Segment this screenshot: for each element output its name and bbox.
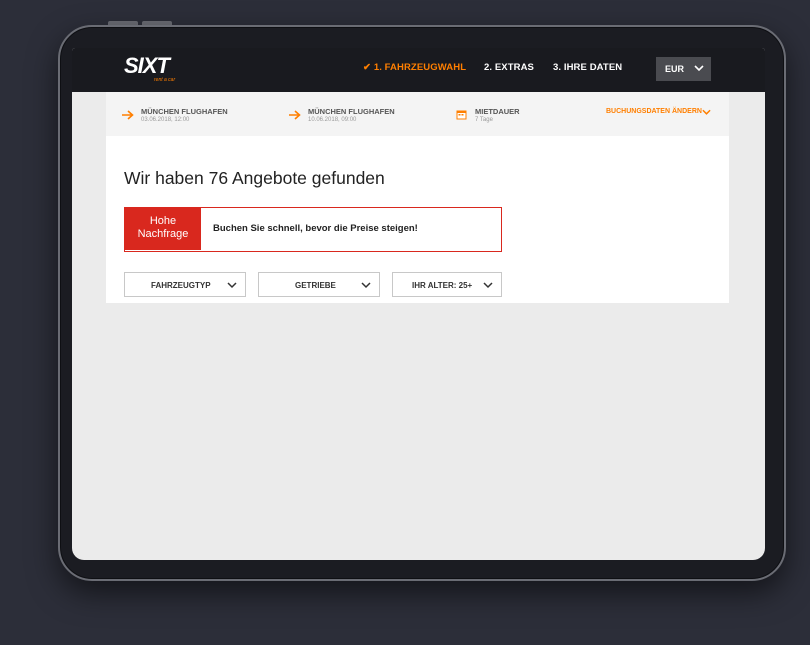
tablet-screen: SIXT rent a car ✔ 1. FAHRZEUGWAHL 2. EXT…	[72, 48, 765, 560]
filter-vehicle-type[interactable]: FAHRZEUGTYP	[124, 272, 246, 297]
step-label: 1. FAHRZEUGWAHL	[373, 62, 467, 73]
change-booking-label: BUCHUNGSDATEN ÄNDERN	[606, 108, 702, 115]
return-date: 10.06.2018, 09:00	[308, 117, 357, 123]
calendar-icon	[456, 110, 467, 120]
step-extras[interactable]: 2. EXTRAS	[484, 62, 534, 73]
change-booking-link[interactable]: BUCHUNGSDATEN ÄNDERN	[606, 108, 711, 115]
arrow-right-icon	[289, 110, 301, 120]
results-headline: Wir haben 76 Angebote gefunden	[124, 168, 385, 188]
filter-label: GETRIEBE	[295, 281, 336, 290]
pickup-location: MÜNCHEN FLUGHAFEN	[141, 107, 228, 116]
filter-label: IHR ALTER: 25+	[412, 281, 473, 290]
logo-text: SIXT	[124, 53, 170, 78]
currency-select[interactable]: EUR	[656, 57, 711, 81]
arrow-right-icon	[122, 110, 134, 120]
return-location: MÜNCHEN FLUGHAFEN	[308, 107, 395, 116]
high-demand-banner: Hohe Nachfrage Buchen Sie schnell, bevor…	[124, 207, 502, 252]
high-demand-message: Buchen Sie schnell, bevor die Preise ste…	[213, 223, 418, 234]
step-fahrzeugwahl[interactable]: ✔ 1. FAHRZEUGWAHL	[363, 62, 466, 73]
main-content: MÜNCHEN FLUGHAFEN 03.06.2018, 12:00 MÜNC…	[106, 92, 729, 303]
chevron-down-icon	[694, 65, 704, 72]
filter-driver-age[interactable]: IHR ALTER: 25+	[392, 272, 502, 297]
high-demand-tag: Hohe Nachfrage	[125, 208, 201, 250]
tag-line-2: Nachfrage	[137, 228, 189, 240]
chevron-down-icon	[483, 282, 493, 289]
chevron-down-icon	[361, 282, 371, 289]
chevron-down-icon	[702, 109, 711, 115]
logo-tagline: rent a car	[154, 77, 176, 83]
filter-label: FAHRZEUGTYP	[151, 281, 211, 290]
duration-label: MIETDAUER	[475, 107, 520, 116]
top-header: SIXT rent a car ✔ 1. FAHRZEUGWAHL 2. EXT…	[72, 48, 765, 92]
currency-value: EUR	[665, 64, 685, 74]
pickup-date: 03.06.2018, 12:00	[141, 117, 190, 123]
step-ihre-daten[interactable]: 3. IHRE DATEN	[553, 62, 622, 73]
sixt-logo[interactable]: SIXT rent a car	[124, 55, 186, 85]
duration-value: 7 Tage	[475, 117, 493, 123]
tag-line-1: Hohe	[149, 215, 177, 227]
booking-summary-bar: MÜNCHEN FLUGHAFEN 03.06.2018, 12:00 MÜNC…	[106, 92, 729, 136]
check-icon: ✔	[363, 62, 372, 73]
filter-transmission[interactable]: GETRIEBE	[258, 272, 380, 297]
chevron-down-icon	[227, 282, 237, 289]
